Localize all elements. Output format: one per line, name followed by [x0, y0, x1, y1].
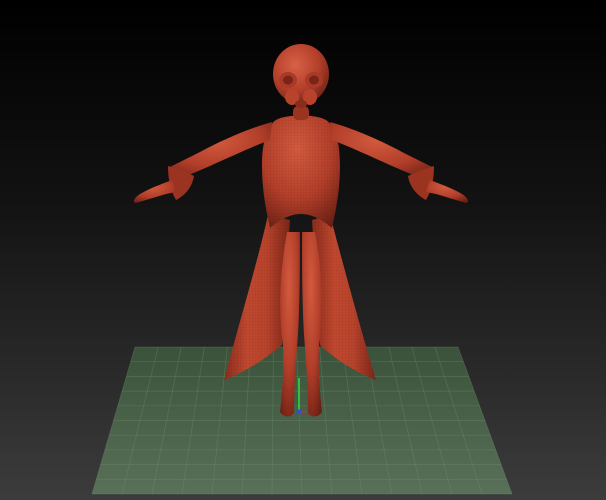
- head: [273, 44, 329, 108]
- z-axis-point[interactable]: [296, 409, 302, 415]
- neck: [293, 106, 309, 120]
- scene-canvas[interactable]: [0, 0, 606, 500]
- right-hand: [426, 180, 469, 203]
- left-hand: [133, 180, 176, 203]
- torso-mesh: [262, 115, 340, 228]
- floor-grid: [91, 346, 513, 495]
- 3d-viewport[interactable]: [0, 0, 606, 500]
